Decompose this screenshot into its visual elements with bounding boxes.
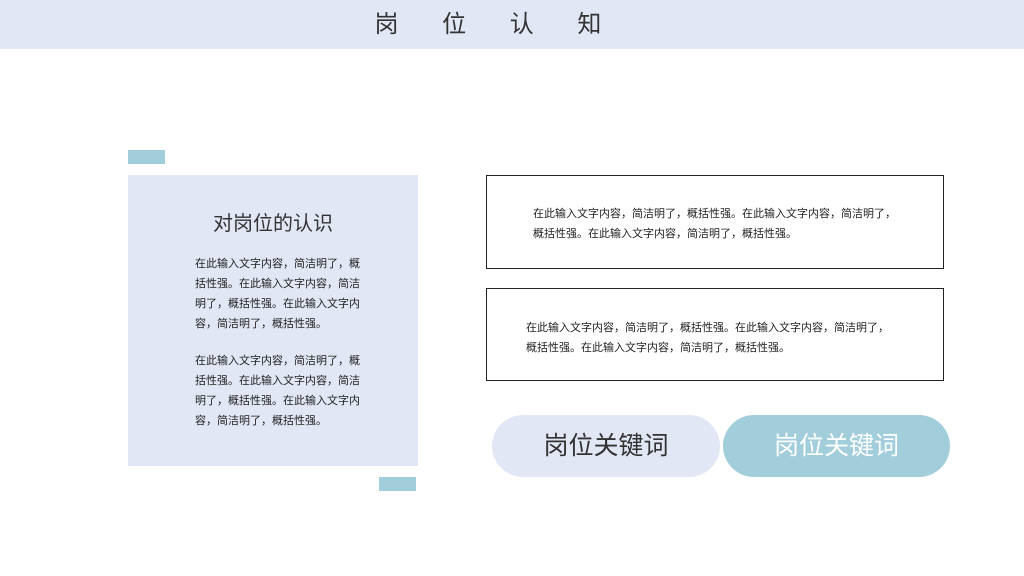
accent-bar-bottom bbox=[379, 477, 416, 491]
page-title: 岗 位 认 知 bbox=[374, 10, 620, 38]
text-box-1-content: 在此输入文字内容，简洁明了，概括性强。在此输入文字内容，简洁明了，概括性强。在此… bbox=[533, 207, 896, 240]
accent-bar-top bbox=[128, 150, 165, 164]
text-box-1: 在此输入文字内容，简洁明了，概括性强。在此输入文字内容，简洁明了，概括性强。在此… bbox=[486, 175, 944, 269]
card-paragraph-1: 在此输入文字内容，简洁明了，概括性强。在此输入文字内容，简洁明了，概括性强。在此… bbox=[195, 257, 360, 330]
text-box-2: 在此输入文字内容，简洁明了，概括性强。在此输入文字内容，简洁明了，概括性强。在此… bbox=[486, 288, 944, 381]
keyword-button-1[interactable]: 岗位关键词 bbox=[492, 415, 720, 477]
text-box-2-content: 在此输入文字内容，简洁明了，概括性强。在此输入文字内容，简洁明了，概括性强。在此… bbox=[526, 321, 889, 354]
card-title: 对岗位的认识 bbox=[213, 211, 333, 235]
recognition-card: 对岗位的认识 在此输入文字内容，简洁明了，概括性强。在此输入文字内容，简洁明了，… bbox=[128, 175, 418, 466]
card-paragraph-2: 在此输入文字内容，简洁明了，概括性强。在此输入文字内容，简洁明了，概括性强。在此… bbox=[195, 354, 360, 427]
keyword-button-2[interactable]: 岗位关键词 bbox=[723, 415, 950, 477]
